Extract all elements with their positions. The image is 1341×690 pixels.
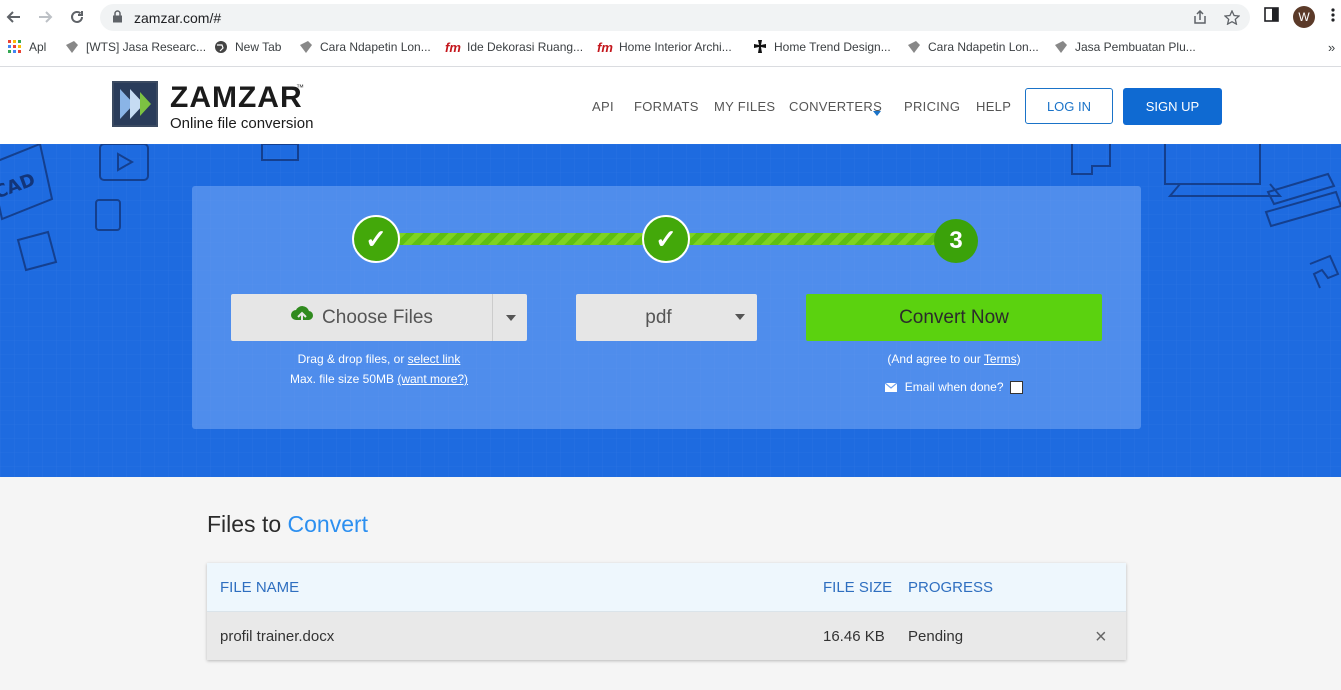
nav-pricing[interactable]: PRICING — [904, 99, 960, 114]
url-text: zamzar.com/# — [134, 10, 222, 26]
globe-icon — [213, 40, 229, 54]
bookmark-label: Jasa Pembuatan Plu... — [1075, 40, 1196, 54]
progress-bar-step1-2 — [398, 233, 648, 245]
table-row: profil trainer.docx 16.46 KB Pending × — [207, 612, 1126, 660]
header-progress: PROGRESS — [908, 579, 994, 596]
choose-files-dropdown[interactable] — [492, 294, 528, 341]
back-arrow-icon[interactable] — [2, 5, 26, 29]
address-bar[interactable]: zamzar.com/# — [100, 4, 1250, 31]
bookmark-apps[interactable]: Apl — [7, 40, 46, 54]
login-button[interactable]: LOG IN — [1025, 88, 1113, 124]
share-icon[interactable] — [1192, 9, 1208, 29]
bookmarks-bar: Apl [WTS] Jasa Researc... New Tab Cara N… — [0, 37, 1341, 61]
more-bookmarks-button[interactable]: » — [1328, 40, 1335, 55]
nav-my-files[interactable]: MY FILES — [714, 99, 775, 114]
browser-chrome: zamzar.com/# W Apl [WTS] Jasa Researc...… — [0, 0, 1341, 67]
side-panel-icon[interactable] — [1264, 7, 1279, 27]
bookmark-item[interactable]: New Tab — [213, 40, 281, 54]
lock-icon — [112, 10, 123, 28]
progress-bar-step2-3 — [688, 233, 938, 245]
bookmark-item[interactable]: Cara Ndapetin Lon... — [906, 40, 1039, 54]
bookmark-label: Cara Ndapetin Lon... — [320, 40, 431, 54]
caret-down-icon — [735, 311, 745, 323]
bookmark-site-icon — [298, 40, 314, 54]
nav-help[interactable]: HELP — [976, 99, 1011, 114]
logo-tagline: Online file conversion — [170, 115, 314, 132]
star-bookmark-icon[interactable] — [1223, 9, 1241, 29]
step-2-check-icon: ✓ — [642, 215, 690, 263]
format-value: pdf — [645, 306, 672, 328]
envelope-icon — [885, 380, 904, 394]
converter-panel: ✓ ✓ 3 Choose Files pdf Convert Now Drag … — [192, 186, 1141, 429]
kebab-menu-icon[interactable] — [1330, 7, 1336, 28]
files-table: FILE NAME FILE SIZE PROGRESS profil trai… — [207, 563, 1126, 660]
bookmark-label: Home Interior Archi... — [619, 40, 732, 54]
progress-cell: Pending — [908, 628, 964, 645]
email-checkbox[interactable] — [1009, 381, 1023, 395]
caret-down-icon — [873, 103, 881, 121]
bookmark-item[interactable]: fm Ide Dekorasi Ruang... — [445, 39, 584, 55]
bookmark-label: Ide Dekorasi Ruang... — [467, 40, 584, 54]
header-file-size: FILE SIZE — [823, 579, 893, 596]
choose-files-main[interactable]: Choose Files — [231, 294, 492, 341]
terms-agree-text: (And agree to our Terms) — [887, 352, 1021, 366]
bookmark-label: New Tab — [235, 40, 282, 54]
logo-trademark: ™ — [296, 83, 304, 92]
bookmark-site-icon — [64, 40, 80, 54]
step-3-indicator: 3 — [934, 219, 978, 263]
terms-link[interactable]: Terms — [984, 352, 1017, 366]
bookmark-label: Cara Ndapetin Lon... — [928, 40, 1039, 54]
file-name-cell: profil trainer.docx — [220, 628, 335, 645]
want-more-link[interactable]: (want more?) — [397, 372, 468, 386]
nav-formats[interactable]: FORMATS — [634, 99, 699, 114]
header-file-name: FILE NAME — [220, 579, 300, 596]
bookmark-label: Home Trend Design... — [774, 40, 891, 54]
bookmark-item[interactable]: Jasa Pembuatan Plu... — [1053, 40, 1196, 54]
choose-files-label: Choose Files — [322, 306, 433, 328]
logo-wordmark: ZAMZAR — [170, 81, 303, 114]
nav-converters[interactable]: CONVERTERS — [789, 99, 882, 114]
bookmark-item[interactable]: [WTS] Jasa Researc... — [64, 40, 206, 54]
remove-file-icon[interactable]: × — [1095, 626, 1107, 649]
convert-now-button[interactable]: Convert Now — [806, 294, 1102, 341]
caret-down-icon — [505, 314, 516, 321]
nav-api[interactable]: API — [592, 99, 614, 114]
site-header: ZAMZAR ™ Online file conversion API FORM… — [0, 67, 1341, 144]
cloud-upload-icon — [290, 305, 314, 331]
bookmark-item[interactable]: Home Trend Design... — [752, 40, 891, 54]
email-when-done: Email when done? — [806, 380, 1102, 395]
choose-files-button[interactable]: Choose Files — [231, 294, 527, 341]
fm-icon: fm — [445, 39, 461, 55]
bookmark-item[interactable]: fm Home Interior Archi... — [597, 39, 732, 55]
bookmark-item[interactable]: Cara Ndapetin Lon... — [298, 40, 431, 54]
signup-button[interactable]: SIGN UP — [1123, 88, 1222, 125]
files-table-header: FILE NAME FILE SIZE PROGRESS — [207, 563, 1126, 612]
file-size-cell: 16.46 KB — [823, 628, 885, 645]
reload-icon[interactable] — [65, 5, 89, 29]
bookmark-site-icon — [1053, 40, 1069, 54]
step-1-check-icon: ✓ — [352, 215, 400, 263]
apps-grid-icon — [7, 40, 23, 54]
drag-drop-hint: Drag & drop files, or select link — [297, 352, 461, 366]
bookmark-label: [WTS] Jasa Researc... — [86, 40, 207, 54]
cross-icon — [752, 40, 768, 54]
bookmark-site-icon — [906, 40, 922, 54]
profile-avatar[interactable]: W — [1293, 6, 1315, 28]
bookmark-label: Apl — [29, 40, 47, 54]
format-select[interactable]: pdf — [576, 294, 757, 341]
select-link[interactable]: select link — [408, 352, 461, 366]
logo-mark-icon — [112, 81, 158, 127]
converter-hero: CAD ✓ ✓ 3 Choose Files pdf Convert Now D… — [0, 144, 1341, 477]
files-section-title: Files to Convert — [207, 511, 369, 537]
max-size-hint: Max. file size 50MB (want more?) — [289, 372, 469, 386]
fm-icon: fm — [597, 39, 613, 55]
forward-arrow-icon[interactable] — [33, 5, 57, 29]
